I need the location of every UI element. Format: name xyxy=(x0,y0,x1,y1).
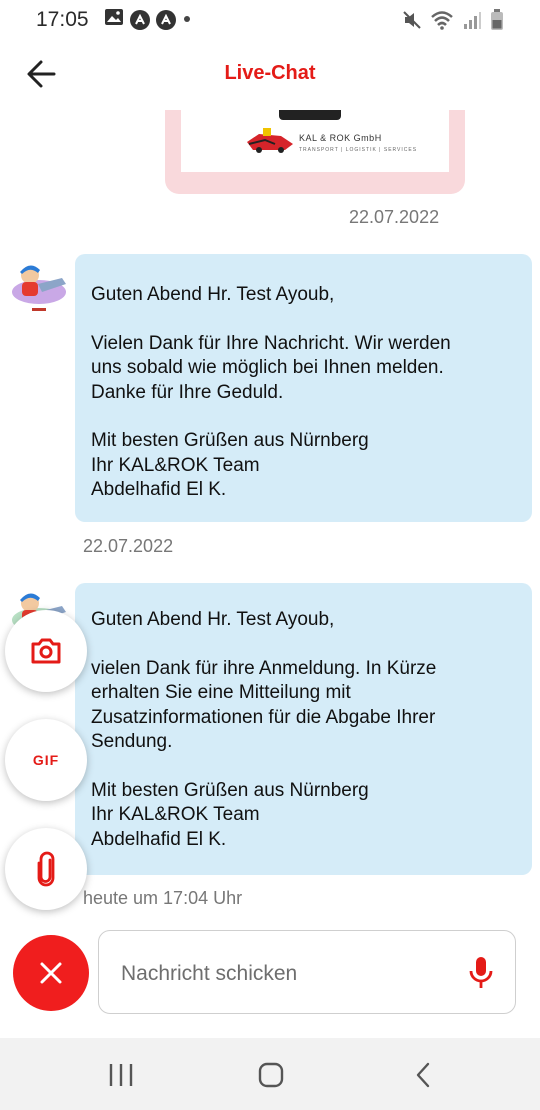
message-line: Vielen Dank für Ihre Nachricht. Wir werd… xyxy=(91,332,451,354)
message-line: Mit besten Grüßen aus Nürnberg xyxy=(91,779,369,801)
message-line: uns sobald wie möglich bei Ihnen melden. xyxy=(91,357,444,379)
message-line: Ihr KAL&ROK Team xyxy=(91,454,260,476)
home-icon xyxy=(258,1062,284,1088)
message-timestamp: 22.07.2022 xyxy=(83,536,174,556)
message-greeting: Guten Abend Hr. Test Ayoub, xyxy=(91,609,335,630)
avatar xyxy=(10,258,68,316)
message-line: Ihr KAL&ROK Team xyxy=(91,804,260,826)
message-timestamp: heute um 17:04 Uhr xyxy=(83,888,243,908)
wifi-icon xyxy=(430,10,454,35)
message-line: Zusatzinformationen für die Abgabe Ihrer xyxy=(91,706,436,728)
camera-icon xyxy=(31,638,61,664)
paperclip-icon xyxy=(37,851,55,887)
camera-button[interactable] xyxy=(5,610,87,692)
battery-icon xyxy=(490,9,504,36)
status-icons-left xyxy=(104,8,192,31)
close-attachment-menu-button[interactable] xyxy=(13,935,89,1011)
page-title: Live-Chat xyxy=(224,62,316,84)
message-line: Danke für Ihre Geduld. xyxy=(91,381,284,403)
logo-subtext: TRANSPORT | LOGISTIK | SERVICES xyxy=(299,147,418,153)
image-message[interactable]: KAL & ROK GmbH TRANSPORT | LOGISTIK | SE… xyxy=(165,110,465,194)
app-bar: Live-Chat xyxy=(0,38,540,110)
system-nav-bar xyxy=(0,1038,540,1110)
attach-file-button[interactable] xyxy=(5,828,87,910)
recent-apps-button[interactable] xyxy=(105,1060,137,1090)
system-back-button[interactable] xyxy=(408,1060,440,1090)
microphone-icon xyxy=(469,957,493,988)
notification-badge-icon xyxy=(156,9,176,30)
message-line: Abdelhafid El K. xyxy=(91,828,227,850)
status-bar: 17:05 xyxy=(0,0,540,38)
message-greeting: Guten Abend Hr. Test Ayoub, xyxy=(91,284,335,305)
gif-label: GIF xyxy=(32,752,60,768)
mute-icon xyxy=(402,10,422,35)
message-timestamp: 22.07.2022 xyxy=(349,207,440,227)
message-line: erhalten Sie eine Mitteilung mit xyxy=(91,682,351,704)
truck-icon xyxy=(247,128,293,153)
logo-top-edge xyxy=(279,110,341,120)
status-icons-right xyxy=(402,9,504,36)
image-icon xyxy=(104,8,124,31)
message-line: Mit besten Grüßen aus Nürnberg xyxy=(91,430,369,452)
back-icon xyxy=(416,1062,430,1088)
status-time: 17:05 xyxy=(36,8,89,31)
dot-icon xyxy=(182,11,192,29)
recent-apps-icon xyxy=(109,1064,133,1086)
signal-icon xyxy=(462,10,482,35)
company-logo-image: KAL & ROK GmbH TRANSPORT | LOGISTIK | SE… xyxy=(181,110,449,172)
gif-button[interactable]: GIF xyxy=(5,719,87,801)
message-bubble[interactable]: Guten Abend Hr. Test Ayoub, vielen Dank … xyxy=(75,583,532,875)
logo-text: KAL & ROK GmbH xyxy=(299,133,382,143)
message-composer xyxy=(98,930,516,1014)
message-input[interactable] xyxy=(119,957,453,991)
message-line: Sendung. xyxy=(91,731,173,753)
microphone-button[interactable] xyxy=(467,955,495,991)
message-line: vielen Dank für ihre Anmeldung. In Kürze xyxy=(91,657,437,679)
notification-badge-icon xyxy=(130,9,150,30)
home-button[interactable] xyxy=(255,1060,287,1090)
close-icon xyxy=(40,962,62,984)
message-bubble[interactable]: Guten Abend Hr. Test Ayoub, Vielen Dank … xyxy=(75,254,532,522)
message-line: Abdelhafid El K. xyxy=(91,479,227,501)
